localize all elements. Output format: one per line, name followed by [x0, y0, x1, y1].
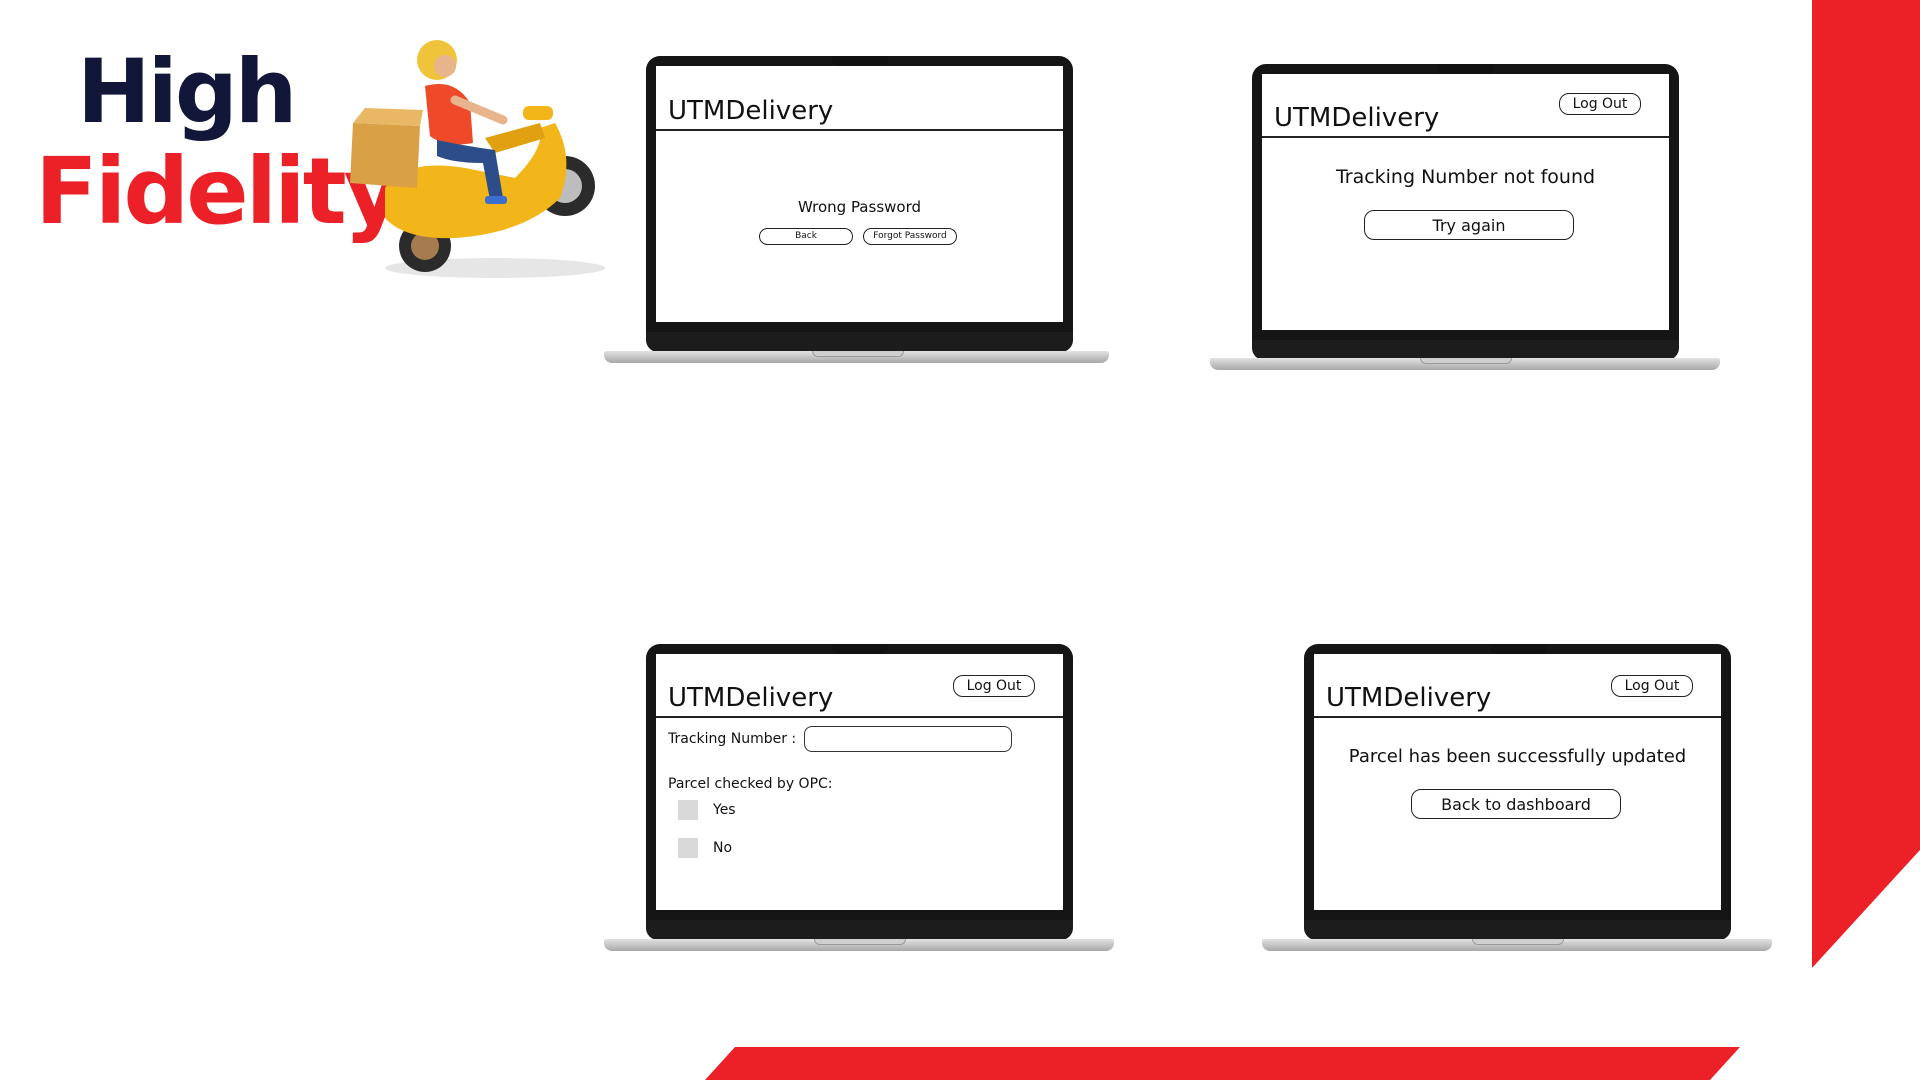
- laptop-base: [1262, 939, 1772, 951]
- laptop-update-success: UTMDelivery Log Out Parcel has been succ…: [1262, 644, 1772, 954]
- logout-button[interactable]: Log Out: [953, 675, 1035, 697]
- app-header: UTMDelivery Log Out: [1262, 74, 1669, 138]
- forgot-password-button[interactable]: Forgot Password: [863, 228, 957, 245]
- tracking-number-label: Tracking Number :: [668, 731, 797, 747]
- laptop-tracking-not-found: UTMDelivery Log Out Tracking Number not …: [1210, 64, 1720, 374]
- success-message: Parcel has been successfully updated: [1348, 746, 1687, 767]
- screen-update-success: UTMDelivery Log Out Parcel has been succ…: [1314, 654, 1721, 910]
- back-button[interactable]: Back: [759, 228, 853, 245]
- app-header: UTMDelivery Log Out: [1314, 654, 1721, 718]
- option-yes-label: Yes: [713, 802, 736, 818]
- laptop-lid: UTMDelivery Log Out Tracking Number not …: [1252, 64, 1679, 360]
- screen-update-parcel: UTMDelivery Log Out Tracking Number : Pa…: [656, 654, 1063, 910]
- try-again-button[interactable]: Try again: [1364, 210, 1574, 240]
- option-no-label: No: [713, 840, 733, 856]
- laptop-chin: [646, 332, 1073, 352]
- laptop-chin: [1304, 920, 1731, 940]
- delivery-scooter-illustration: [350, 40, 605, 278]
- laptop-chin: [646, 920, 1073, 940]
- camera-notch: [1489, 644, 1546, 654]
- camera-notch: [831, 56, 888, 66]
- app-title: UTMDelivery: [668, 683, 834, 713]
- back-to-dashboard-button[interactable]: Back to dashboard: [1411, 789, 1621, 819]
- app-header: UTMDelivery: [656, 66, 1063, 131]
- screen-tracking-not-found: UTMDelivery Log Out Tracking Number not …: [1262, 74, 1669, 330]
- tracking-number-input[interactable]: [804, 726, 1012, 752]
- screen-wrong-password: UTMDelivery Wrong Password Back Forgot P…: [656, 66, 1063, 322]
- checkbox-no[interactable]: [678, 838, 698, 858]
- app-title: UTMDelivery: [668, 96, 834, 126]
- laptop-chin: [1252, 340, 1679, 360]
- title-line-high: High: [77, 40, 297, 143]
- checkbox-yes[interactable]: [678, 800, 698, 820]
- laptop-lid: UTMDelivery Log Out Tracking Number : Pa…: [646, 644, 1073, 940]
- camera-notch: [831, 644, 888, 654]
- laptop-base: [604, 939, 1114, 951]
- laptop-lid: UTMDelivery Wrong Password Back Forgot P…: [646, 56, 1073, 352]
- logout-button[interactable]: Log Out: [1559, 93, 1641, 115]
- app-title: UTMDelivery: [1274, 103, 1440, 133]
- laptop-update-parcel: UTMDelivery Log Out Tracking Number : Pa…: [604, 644, 1114, 954]
- not-found-message: Tracking Number not found: [1335, 166, 1596, 188]
- laptop-wrong-password: UTMDelivery Wrong Password Back Forgot P…: [604, 56, 1109, 366]
- camera-notch: [1437, 64, 1494, 74]
- wrong-password-message: Wrong Password: [797, 198, 922, 216]
- laptop-base: [604, 351, 1109, 363]
- app-title: UTMDelivery: [1326, 683, 1492, 713]
- laptop-lid: UTMDelivery Log Out Parcel has been succ…: [1304, 644, 1731, 940]
- laptop-base: [1210, 358, 1720, 370]
- logout-button[interactable]: Log Out: [1611, 675, 1693, 697]
- app-header: UTMDelivery Log Out: [656, 654, 1063, 718]
- parcel-checked-label: Parcel checked by OPC:: [668, 776, 833, 792]
